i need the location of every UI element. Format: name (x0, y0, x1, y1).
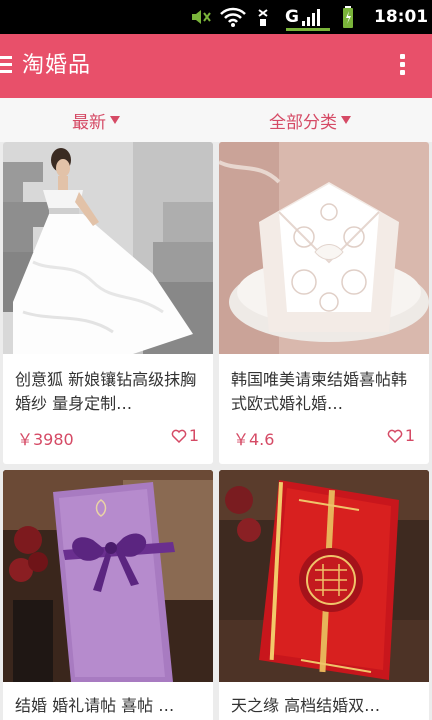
caret-down-icon (341, 116, 351, 124)
product-title: 天之缘 高档结婚双… (231, 696, 381, 715)
filter-bar: 最新 全部分类 (0, 98, 432, 142)
red-invitation-photo (219, 470, 429, 682)
product-title: 结婚 婚礼请帖 喜帖 … (15, 696, 175, 715)
clock: 18:01 (374, 7, 429, 27)
purple-invitation-photo (3, 470, 213, 682)
sort-latest-dropdown[interactable]: 最新 (72, 98, 120, 142)
caret-down-icon (110, 116, 120, 124)
overflow-menu-icon[interactable] (400, 54, 408, 78)
network-type-label: G (285, 7, 299, 27)
like-button[interactable]: 1 (171, 426, 199, 445)
action-bar: 淘婚品 (0, 34, 432, 98)
sort-latest-label: 最新 (72, 112, 106, 133)
product-price: ￥4.6 (233, 430, 275, 449)
wifi-icon (220, 0, 248, 34)
heart-icon (387, 429, 403, 443)
product-card[interactable]: 天之缘 高档结婚双… (219, 470, 429, 720)
product-card[interactable]: 创意狐 新娘镶钻高级抹胸婚纱 量身定制… ￥3980 1 (3, 142, 213, 464)
product-card[interactable]: 结婚 婚礼请帖 喜帖 … (3, 470, 213, 720)
product-card[interactable]: 韩国唯美请柬结婚喜帖韩式欧式婚礼婚… ￥4.6 1 (219, 142, 429, 464)
like-count: 1 (188, 426, 199, 445)
category-dropdown[interactable]: 全部分类 (269, 98, 351, 142)
product-title: 韩国唯美请柬结婚喜帖韩式欧式婚礼婚… (231, 370, 408, 413)
like-count: 1 (404, 426, 415, 445)
like-button[interactable]: 1 (387, 426, 415, 445)
product-price: ￥3980 (17, 430, 74, 449)
mute-icon (190, 0, 214, 34)
wedding-dress-photo (3, 142, 213, 354)
sim-icon (256, 0, 272, 34)
category-label: 全部分类 (269, 112, 337, 133)
signal-activity-bar (286, 28, 330, 31)
heart-icon (171, 429, 187, 443)
app-title[interactable]: 淘婚品 (22, 48, 91, 84)
product-title: 创意狐 新娘镶钻高级抹胸婚纱 量身定制… (15, 370, 197, 413)
status-bar: G 18:01 (0, 0, 432, 34)
menu-icon[interactable] (0, 56, 14, 76)
lace-invitation-photo (219, 142, 429, 354)
battery-charging-icon (342, 0, 356, 34)
